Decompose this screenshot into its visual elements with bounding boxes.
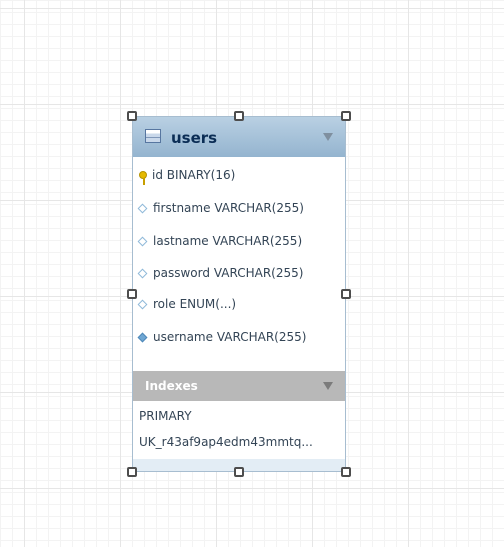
- column-row[interactable]: firstname VARCHAR(255): [137, 198, 304, 218]
- column-row[interactable]: lastname VARCHAR(255): [137, 231, 303, 251]
- column-name: lastname: [153, 234, 209, 248]
- column-type: VARCHAR(255): [216, 330, 307, 344]
- resize-handle-bottom[interactable]: [234, 467, 244, 477]
- index-item[interactable]: PRIMARY: [139, 409, 192, 423]
- indexes-label: Indexes: [145, 379, 198, 393]
- index-item[interactable]: UK_r43af9ap4edm43mmtq...: [139, 435, 313, 449]
- table-name: users: [171, 129, 218, 147]
- column-name: password: [153, 266, 210, 280]
- indexes-list: PRIMARY UK_r43af9ap4edm43mmtq...: [133, 401, 345, 459]
- table-icon: [145, 129, 161, 143]
- column-row[interactable]: id BINARY(16): [139, 165, 235, 185]
- resize-handle-right[interactable]: [341, 289, 351, 299]
- column-diamond-icon: [137, 299, 148, 309]
- resize-handle-bottom-right[interactable]: [341, 467, 351, 477]
- column-diamond-icon: [137, 236, 148, 246]
- resize-handle-top[interactable]: [234, 111, 244, 121]
- resize-handle-top-right[interactable]: [341, 111, 351, 121]
- column-diamond-icon: [137, 203, 148, 213]
- column-name: role: [153, 297, 176, 311]
- column-type: BINARY(16): [166, 168, 236, 182]
- column-type: VARCHAR(255): [214, 201, 304, 215]
- primary-key-icon: [139, 171, 147, 185]
- unique-column-diamond-icon: [137, 332, 148, 342]
- column-type: VARCHAR(255): [213, 266, 304, 280]
- column-name: id: [152, 168, 163, 182]
- resize-handle-top-left[interactable]: [127, 111, 137, 121]
- users-table-box[interactable]: users id BINARY(16) firstname VARCHAR(25…: [132, 116, 346, 472]
- column-row[interactable]: username VARCHAR(255): [137, 327, 307, 347]
- diagram-canvas[interactable]: users id BINARY(16) firstname VARCHAR(25…: [0, 0, 504, 547]
- column-diamond-icon: [137, 268, 148, 278]
- collapse-arrow-icon[interactable]: [323, 133, 333, 141]
- resize-handle-bottom-left[interactable]: [127, 467, 137, 477]
- table-header[interactable]: users: [133, 117, 345, 157]
- indexes-header[interactable]: Indexes: [133, 371, 345, 401]
- column-name: firstname: [153, 201, 211, 215]
- column-type: ENUM(...): [179, 297, 237, 311]
- column-row[interactable]: role ENUM(...): [137, 294, 237, 314]
- collapse-arrow-icon[interactable]: [323, 382, 333, 390]
- resize-handle-left[interactable]: [127, 289, 137, 299]
- columns-list: id BINARY(16) firstname VARCHAR(255) las…: [133, 157, 345, 371]
- column-type: VARCHAR(255): [212, 234, 303, 248]
- column-name: username: [153, 330, 213, 344]
- column-row[interactable]: password VARCHAR(255): [137, 263, 304, 283]
